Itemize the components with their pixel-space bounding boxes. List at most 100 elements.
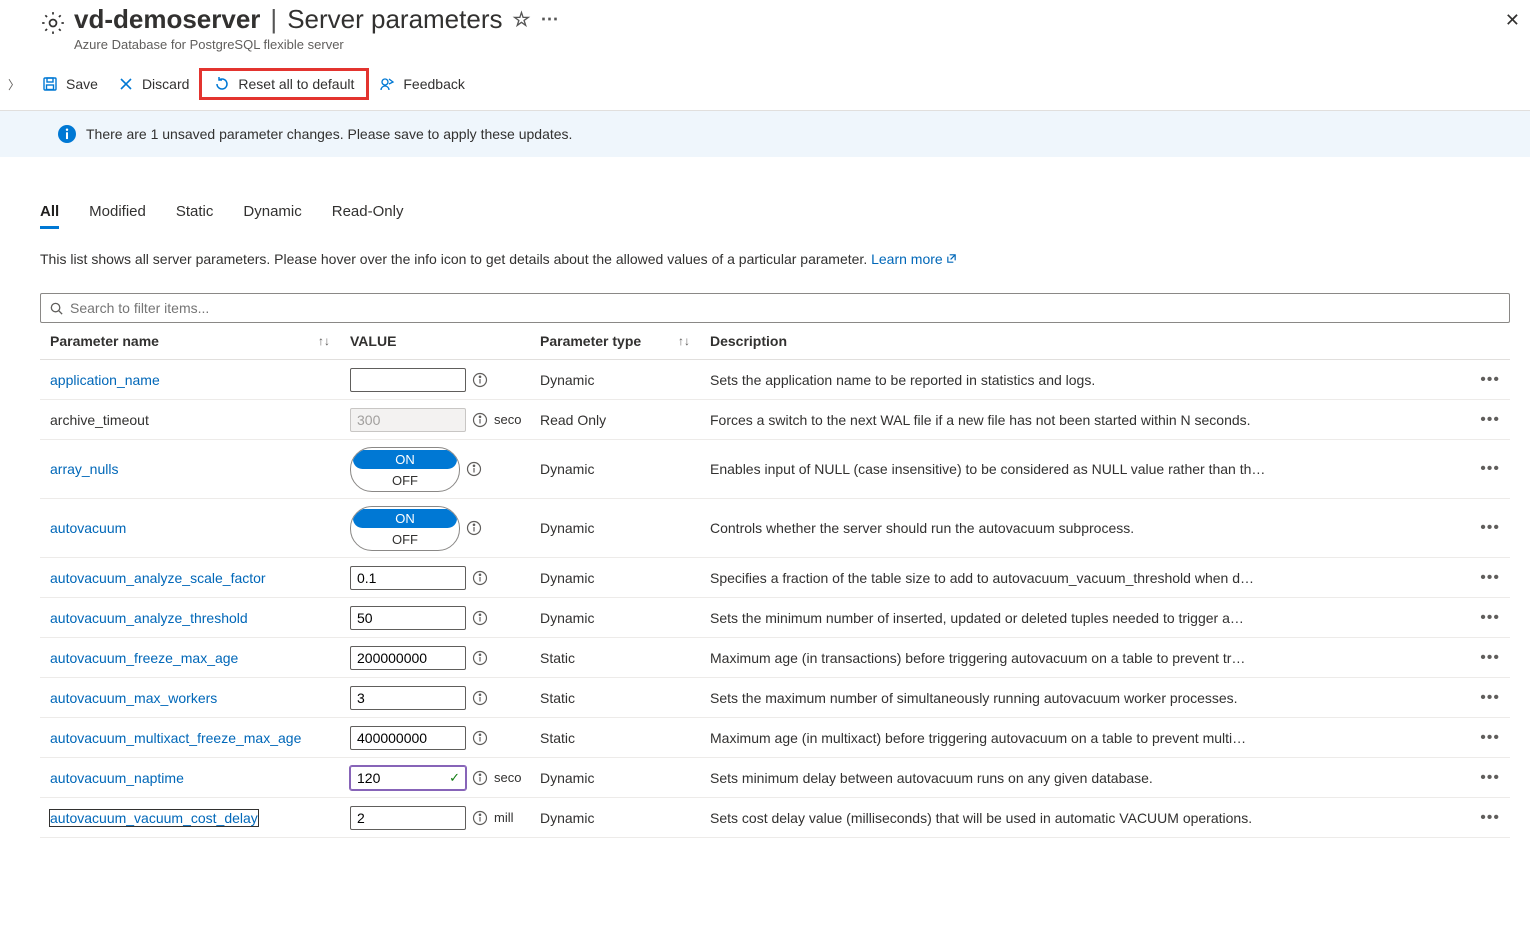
feedback-icon: [379, 76, 395, 92]
page-title: Server parameters: [287, 4, 502, 35]
save-icon: [42, 76, 58, 92]
param-description: Sets the maximum number of simultaneousl…: [710, 690, 1460, 706]
sort-icon[interactable]: ↑↓: [318, 334, 330, 348]
param-info-icon[interactable]: [472, 690, 488, 706]
param-value-input[interactable]: [350, 368, 466, 392]
search-input-wrap[interactable]: [40, 293, 1510, 323]
param-value-input[interactable]: [350, 646, 466, 670]
check-icon: ✓: [449, 770, 460, 786]
param-name-link[interactable]: autovacuum_analyze_scale_factor: [50, 570, 266, 586]
param-type: Dynamic: [540, 372, 710, 388]
param-info-icon[interactable]: [472, 730, 488, 746]
save-button[interactable]: Save: [32, 72, 108, 96]
unit-label: seco: [494, 770, 521, 785]
close-icon[interactable]: ✕: [1505, 10, 1520, 31]
row-more-icon[interactable]: •••: [1460, 809, 1500, 827]
row-more-icon[interactable]: •••: [1460, 609, 1500, 627]
param-description: Sets cost delay value (milliseconds) tha…: [710, 810, 1460, 826]
param-value-input[interactable]: [350, 806, 466, 830]
tab-list: All Modified Static Dynamic Read-Only: [40, 203, 1510, 229]
feedback-button[interactable]: Feedback: [369, 72, 474, 96]
tab-read-only[interactable]: Read-Only: [332, 203, 404, 229]
param-name-link[interactable]: autovacuum: [50, 520, 126, 536]
param-type: Dynamic: [540, 770, 710, 786]
param-info-icon[interactable]: [466, 461, 482, 477]
table-row: autovacuum_analyze_scale_factorDynamicSp…: [40, 558, 1510, 598]
row-more-icon[interactable]: •••: [1460, 729, 1500, 747]
param-name-link[interactable]: autovacuum_max_workers: [50, 690, 217, 706]
table-row: autovacuum_vacuum_cost_delaymillDynamicS…: [40, 798, 1510, 838]
col-header-name[interactable]: Parameter name: [50, 333, 159, 349]
param-value-input[interactable]: [350, 566, 466, 590]
learn-more-link[interactable]: Learn more: [871, 251, 957, 267]
param-description: Maximum age (in multixact) before trigge…: [710, 730, 1460, 746]
external-link-icon: [946, 251, 957, 262]
param-value-input: [350, 408, 466, 432]
param-name-link[interactable]: application_name: [50, 372, 160, 388]
param-info-icon[interactable]: [472, 570, 488, 586]
tab-dynamic[interactable]: Dynamic: [243, 203, 301, 229]
tab-static[interactable]: Static: [176, 203, 214, 229]
param-type: Dynamic: [540, 520, 710, 536]
gear-icon: [40, 10, 66, 39]
row-more-icon[interactable]: •••: [1460, 519, 1500, 537]
toggle-on-off[interactable]: ONOFF: [350, 506, 460, 551]
param-description: Controls whether the server should run t…: [710, 520, 1460, 536]
row-more-icon[interactable]: •••: [1460, 769, 1500, 787]
param-name-link[interactable]: autovacuum_multixact_freeze_max_age: [50, 730, 301, 746]
favorite-star-icon[interactable]: ☆: [513, 7, 531, 32]
reset-icon: [214, 76, 230, 92]
collapse-chevron-icon[interactable]: 〉: [8, 76, 20, 93]
param-info-icon[interactable]: [472, 610, 488, 626]
param-description: Maximum age (in transactions) before tri…: [710, 650, 1460, 666]
param-name-link[interactable]: autovacuum_vacuum_cost_delay: [50, 810, 258, 826]
info-banner: There are 1 unsaved parameter changes. P…: [0, 111, 1530, 157]
tab-modified[interactable]: Modified: [89, 203, 146, 229]
col-header-desc[interactable]: Description: [710, 333, 1460, 349]
reset-all-button[interactable]: Reset all to default: [204, 72, 364, 96]
param-description: Sets the application name to be reported…: [710, 372, 1460, 388]
param-name-link[interactable]: autovacuum_freeze_max_age: [50, 650, 238, 666]
row-more-icon[interactable]: •••: [1460, 371, 1500, 389]
search-input[interactable]: [70, 298, 1501, 318]
param-description: Sets the minimum number of inserted, upd…: [710, 610, 1460, 626]
unit-label: seco: [494, 412, 521, 427]
param-name-link[interactable]: autovacuum_analyze_threshold: [50, 610, 248, 626]
table-row: autovacuum_max_workers StaticSets the max…: [40, 678, 1510, 718]
param-value-input[interactable]: [350, 726, 466, 750]
param-value-input[interactable]: [350, 686, 466, 710]
param-type: Dynamic: [540, 461, 710, 477]
param-info-icon[interactable]: [472, 810, 488, 826]
col-header-value[interactable]: VALUE: [350, 333, 540, 349]
param-name-link[interactable]: autovacuum_naptime: [50, 770, 184, 786]
row-more-icon[interactable]: •••: [1460, 460, 1500, 478]
param-name-link: archive_timeout: [50, 412, 149, 428]
row-more-icon[interactable]: •••: [1460, 689, 1500, 707]
col-header-type[interactable]: Parameter type: [540, 333, 641, 349]
discard-button[interactable]: Discard: [108, 72, 199, 96]
sort-icon[interactable]: ↑↓: [678, 334, 690, 348]
more-menu-icon[interactable]: ⋯: [540, 9, 559, 30]
param-info-icon[interactable]: [472, 650, 488, 666]
unit-label: mill: [494, 810, 514, 825]
param-name-link[interactable]: array_nulls: [50, 461, 118, 477]
param-info-icon[interactable]: [472, 372, 488, 388]
param-value-input[interactable]: [350, 606, 466, 630]
param-info-icon[interactable]: [472, 770, 488, 786]
table-row: archive_timeoutsecoRead OnlyForces a swi…: [40, 400, 1510, 440]
param-info-icon[interactable]: [472, 412, 488, 428]
page-description: This list shows all server parameters. P…: [40, 251, 1510, 267]
param-type: Static: [540, 650, 710, 666]
table-row: autovacuum_naptime✓secoDynamicSets minim…: [40, 758, 1510, 798]
param-type: Read Only: [540, 412, 710, 428]
row-more-icon[interactable]: •••: [1460, 649, 1500, 667]
toggle-on-off[interactable]: ONOFF: [350, 447, 460, 492]
param-type: Dynamic: [540, 570, 710, 586]
tab-all[interactable]: All: [40, 203, 59, 229]
param-info-icon[interactable]: [466, 520, 482, 536]
table-row: array_nullsONOFFDynamicEnables input of …: [40, 440, 1510, 499]
title-separator: |: [270, 4, 277, 35]
row-more-icon[interactable]: •••: [1460, 411, 1500, 429]
row-more-icon[interactable]: •••: [1460, 569, 1500, 587]
param-type: Static: [540, 690, 710, 706]
